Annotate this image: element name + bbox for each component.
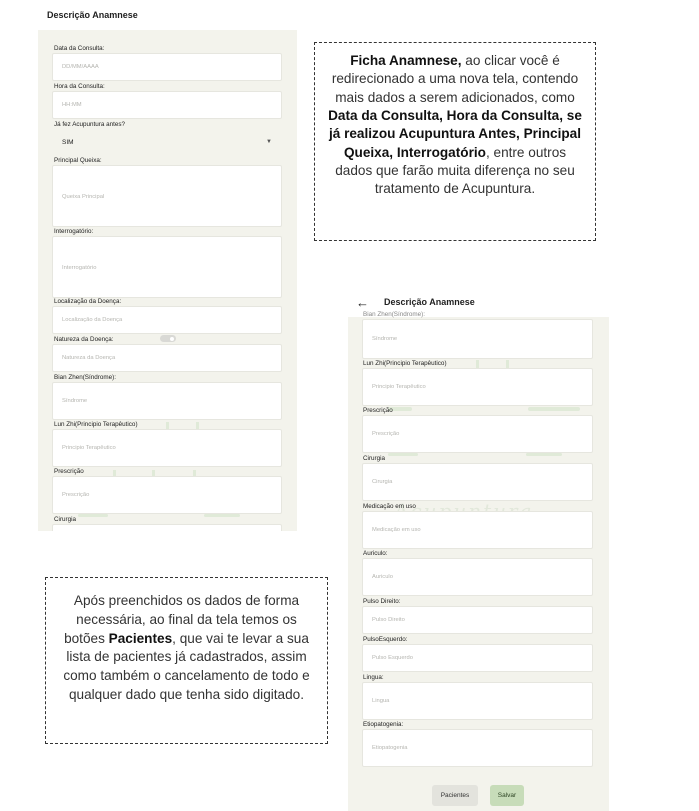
- caret-down-icon: ▼: [266, 139, 272, 145]
- placeholder: Prescrição: [372, 431, 400, 437]
- natureza-doenca-input[interactable]: Natureza da Doença: [52, 344, 282, 372]
- placeholder: Medicação em uso: [372, 527, 421, 533]
- watermark-arc: [528, 407, 580, 411]
- label-bian-zhen: Bian Zhen(Síndrome):: [54, 374, 116, 381]
- watermark-arc: [526, 453, 562, 456]
- page-title: Descrição Anamnese: [47, 10, 138, 20]
- localizacao-doenca-input[interactable]: Localização da Doença: [52, 306, 282, 334]
- watermark-stroke: [476, 360, 479, 368]
- label-principal-queixa: Principal Queixa:: [54, 157, 102, 164]
- acupuntura-antes-select[interactable]: SIM ▼: [52, 132, 282, 152]
- cirurgia-input[interactable]: Cirurgia: [362, 463, 593, 501]
- pulso-direito-input[interactable]: Pulso Direito: [362, 606, 593, 634]
- anamnese-screen-left: ← Descrição Anamnese Data da Consulta: D…: [38, 0, 297, 531]
- placeholder: Etiopatogenia: [372, 745, 408, 751]
- label-hora-consulta: Hora da Consulta:: [54, 83, 105, 90]
- prescricao-input[interactable]: Prescrição: [52, 476, 282, 514]
- callout-bold-text: Pacientes: [108, 630, 173, 646]
- placeholder: Síndrome: [372, 336, 398, 342]
- watermark-arc: [204, 514, 240, 517]
- lingua-input[interactable]: Lingua: [362, 682, 593, 720]
- label-data-consulta: Data da Consulta:: [54, 45, 105, 52]
- medicacao-input[interactable]: Medicação em uso: [362, 511, 593, 549]
- label-bian-zhen-cut: Bian Zhen(Síndrome):: [363, 311, 425, 318]
- page-title: Descrição Anamnese: [384, 297, 475, 307]
- interrogatorio-textarea[interactable]: Interrogatório: [52, 236, 282, 298]
- watermark-arc: [388, 453, 418, 456]
- label-pulso-esquerdo: PulsoEsquerdo:: [363, 636, 408, 643]
- anamnese-screen-right: ← Descrição Anamnese Acupuntura Bian Zhe…: [348, 287, 609, 811]
- placeholder: Principio Terapêutico: [62, 445, 116, 451]
- natureza-toggle[interactable]: [160, 335, 176, 342]
- placeholder: Prescrição: [62, 492, 90, 498]
- placeholder: Cirurgia: [372, 479, 393, 485]
- callout-botoes: Após preenchidos os dados de forma neces…: [45, 577, 328, 744]
- lun-zhi-input[interactable]: Principio Terapêutico: [52, 429, 282, 467]
- placeholder: Pulso Esquerdo: [372, 655, 413, 661]
- arrow-left-icon[interactable]: ←: [356, 296, 374, 309]
- lun-zhi-input[interactable]: Principio Terapêutico: [362, 368, 593, 406]
- label-prescricao: Prescrição: [54, 468, 84, 475]
- placeholder: DD/MM/AAAA: [62, 64, 99, 70]
- label-lingua: Lingua:: [363, 674, 384, 681]
- placeholder: Queixa Principal: [62, 194, 105, 200]
- placeholder: Natureza da Doença: [62, 355, 116, 361]
- label-cirurgia: Cirurgia: [363, 455, 386, 462]
- placeholder: Síndrome: [62, 398, 88, 404]
- label-pulso-direito: Pulso Direito:: [363, 598, 401, 605]
- pacientes-button[interactable]: Pacientes: [432, 785, 478, 806]
- label-etiopatogenia: Etiopatogenia:: [363, 721, 404, 728]
- label-cirurgia: Cirurgia: [54, 516, 77, 523]
- bian-zhen-input[interactable]: Síndrome: [362, 319, 593, 359]
- label-interrogatorio: Interrogatório:: [54, 228, 94, 235]
- label-lun-zhi: Lun Zhi(Principio Terapêutico): [363, 360, 447, 367]
- watermark-arc: [78, 514, 108, 517]
- callout-ficha-anamnese: Ficha Anamnese, ao clicar você é redirec…: [314, 42, 596, 241]
- label-auriculo: Auriculo:: [363, 550, 388, 557]
- callout-bold-text: Ficha Anamnese,: [350, 53, 462, 68]
- label-natureza-doenca: Natureza da Doença:: [54, 336, 114, 343]
- label-prescricao: Prescrição: [363, 407, 393, 414]
- placeholder: Auriculo: [372, 574, 393, 580]
- data-consulta-input[interactable]: DD/MM/AAAA: [52, 53, 282, 81]
- hora-consulta-input[interactable]: HH:MM: [52, 91, 282, 119]
- auriculo-input[interactable]: Auriculo: [362, 558, 593, 596]
- placeholder: Localização da Doença: [62, 317, 123, 323]
- salvar-button[interactable]: Salvar: [490, 785, 524, 806]
- select-value: SIM: [62, 139, 74, 146]
- principal-queixa-textarea[interactable]: Queixa Principal: [52, 165, 282, 227]
- label-medicacao: Medicação em uso: [363, 503, 416, 510]
- placeholder: HH:MM: [62, 102, 82, 108]
- placeholder: Pulso Direito: [372, 617, 405, 623]
- app-bar: ← Descrição Anamnese: [38, 0, 297, 30]
- placeholder: Interrogatório: [62, 265, 97, 271]
- watermark-stroke: [506, 360, 509, 368]
- placeholder: Lingua: [372, 698, 390, 704]
- etiopatogenia-input[interactable]: Etiopatogenia: [362, 729, 593, 767]
- label-localizacao-doenca: Localização da Doença:: [54, 298, 122, 305]
- label-lun-zhi: Lun Zhi(Principio Terapêutico): [54, 421, 138, 428]
- label-acupuntura-antes: Já fez Acupuntura antes?: [54, 121, 126, 128]
- cirurgia-input[interactable]: [52, 524, 282, 531]
- bian-zhen-input[interactable]: Síndrome: [52, 382, 282, 420]
- placeholder: Principio Terapêutico: [372, 384, 426, 390]
- prescricao-input[interactable]: Prescrição: [362, 415, 593, 453]
- pulso-esquerdo-input[interactable]: Pulso Esquerdo: [362, 644, 593, 672]
